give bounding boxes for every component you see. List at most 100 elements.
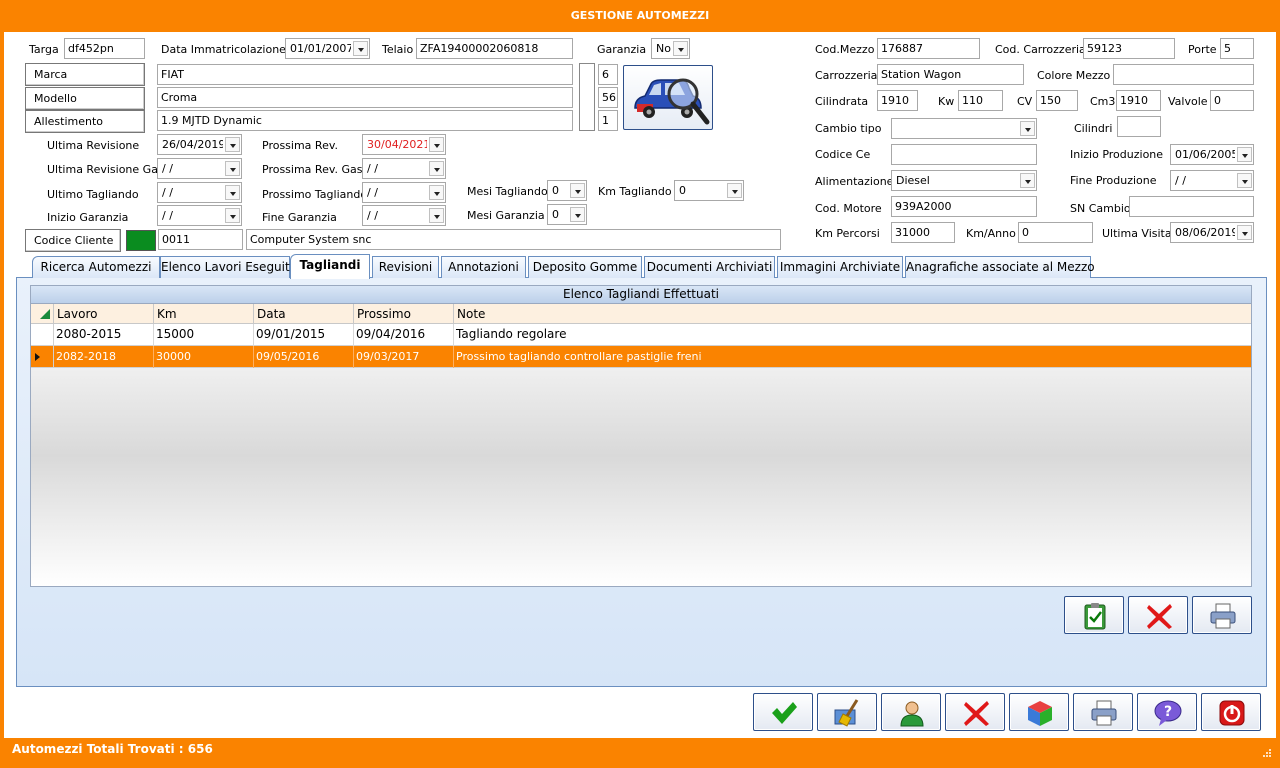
- ultima-revisione-date[interactable]: 26/04/2019: [157, 134, 242, 155]
- prossima-rev-gas-date[interactable]: / /: [362, 158, 446, 179]
- inizio-garanzia-date[interactable]: / /: [157, 205, 242, 226]
- cilindri-input[interactable]: [1117, 116, 1161, 137]
- chevron-down-icon[interactable]: [225, 208, 240, 223]
- grid-header-selector[interactable]: [31, 304, 54, 324]
- confirm-button[interactable]: [753, 693, 813, 731]
- ultima-rev-gas-date[interactable]: / /: [157, 158, 242, 179]
- clear-button[interactable]: [817, 693, 877, 731]
- vertical-scrollbar[interactable]: [579, 63, 595, 131]
- tab-tagliandi[interactable]: Tagliandi: [290, 254, 370, 279]
- ultima-visita-date[interactable]: 08/06/2019: [1170, 222, 1254, 243]
- modules-button[interactable]: [1009, 693, 1069, 731]
- codice-cliente-button[interactable]: Codice Cliente: [25, 229, 121, 252]
- cod-carrozzeria-input[interactable]: 59123: [1083, 38, 1175, 59]
- mesi-tagliando-select[interactable]: 0: [547, 180, 587, 201]
- immatricolazione-date[interactable]: 01/01/2007: [285, 38, 370, 59]
- codice-cliente-input[interactable]: 0011: [158, 229, 243, 250]
- print-button[interactable]: [1073, 693, 1133, 731]
- tab-deposito-gomme[interactable]: Deposito Gomme: [528, 256, 642, 278]
- delete-button[interactable]: [945, 693, 1005, 731]
- cod-motore-input[interactable]: 939A2000: [891, 196, 1037, 217]
- inizio-produzione-date[interactable]: 01/06/2005: [1170, 144, 1254, 165]
- column-header-km[interactable]: Km: [154, 304, 254, 324]
- table-row[interactable]: 2082-2018 30000 09/05/2016 09/03/2017 Pr…: [31, 346, 1251, 368]
- sn-cambio-input[interactable]: [1129, 196, 1254, 217]
- column-header-note[interactable]: Note: [454, 304, 1251, 324]
- valvole-input[interactable]: 0: [1210, 90, 1254, 111]
- chevron-down-icon[interactable]: [1020, 121, 1035, 136]
- resize-grip-icon[interactable]: [1262, 748, 1272, 758]
- tab-revisioni[interactable]: Revisioni: [372, 256, 439, 278]
- modello-input[interactable]: Croma: [157, 87, 573, 108]
- column-header-lavoro[interactable]: Lavoro: [54, 304, 154, 324]
- modello-button[interactable]: Modello: [25, 87, 145, 110]
- sort-indicator-icon: [40, 309, 50, 319]
- exit-button[interactable]: [1201, 693, 1261, 731]
- prossima-rev-date[interactable]: 30/04/2021: [362, 134, 446, 155]
- row-selector[interactable]: [31, 346, 54, 368]
- row-selector[interactable]: [31, 324, 54, 346]
- telaio-input[interactable]: ZFA19400002060818: [416, 38, 573, 59]
- cod-mezzo-label: Cod.Mezzo: [815, 43, 875, 56]
- chevron-down-icon[interactable]: [353, 41, 368, 56]
- tab-anagrafiche-associate[interactable]: Anagrafiche associate al Mezzo: [905, 256, 1095, 278]
- chevron-down-icon[interactable]: [1020, 173, 1035, 188]
- chevron-down-icon[interactable]: [429, 161, 444, 176]
- tab-elenco-lavori-eseguiti[interactable]: Elenco Lavori Eseguiti: [160, 256, 293, 278]
- column-header-prossimo[interactable]: Prossimo: [354, 304, 454, 324]
- garanzia-select[interactable]: No: [651, 38, 690, 59]
- targa-input[interactable]: df452pn: [64, 38, 145, 59]
- chevron-down-icon[interactable]: [727, 183, 742, 198]
- marca-input[interactable]: FIAT: [157, 64, 573, 85]
- cv-input[interactable]: 150: [1036, 90, 1078, 111]
- add-tagliando-button[interactable]: [1064, 596, 1124, 634]
- column-header-data[interactable]: Data: [254, 304, 354, 324]
- chevron-down-icon[interactable]: [1237, 147, 1252, 162]
- marca-button[interactable]: Marca: [25, 63, 145, 86]
- cliente-nome-input[interactable]: Computer System snc: [246, 229, 781, 250]
- prossimo-tagliando-date[interactable]: / /: [362, 182, 446, 203]
- chevron-down-icon[interactable]: [673, 41, 688, 56]
- client-button[interactable]: [881, 693, 941, 731]
- cm3-input[interactable]: 1910: [1116, 90, 1161, 111]
- table-row[interactable]: 2080-2015 15000 09/01/2015 09/04/2016 Ta…: [31, 324, 1251, 346]
- carrozzeria-input[interactable]: Station Wagon: [877, 64, 1024, 85]
- chevron-down-icon[interactable]: [225, 161, 240, 176]
- tab-annotazioni[interactable]: Annotazioni: [441, 256, 526, 278]
- tab-immagini-archiviate[interactable]: Immagini Archiviate: [777, 256, 903, 278]
- car-search-button[interactable]: [623, 65, 713, 130]
- chevron-down-icon[interactable]: [225, 137, 240, 152]
- fine-produzione-date[interactable]: / /: [1170, 170, 1254, 191]
- chevron-down-icon[interactable]: [429, 208, 444, 223]
- km-anno-input[interactable]: 0: [1018, 222, 1093, 243]
- mesi-garanzia-select[interactable]: 0: [547, 204, 587, 225]
- km-percorsi-input[interactable]: 31000: [891, 222, 955, 243]
- tab-ricerca-automezzi[interactable]: Ricerca Automezzi: [32, 256, 160, 278]
- codice-ce-input[interactable]: [891, 144, 1037, 165]
- chevron-down-icon[interactable]: [429, 185, 444, 200]
- chevron-down-icon[interactable]: [429, 137, 444, 152]
- ultimo-tagliando-date[interactable]: / /: [157, 182, 242, 203]
- allestimento-button[interactable]: Allestimento: [25, 110, 145, 133]
- km-tagliando-value: 0: [679, 184, 686, 197]
- cod-mezzo-input[interactable]: 176887: [877, 38, 980, 59]
- chevron-down-icon[interactable]: [570, 207, 585, 222]
- colore-mezzo-input[interactable]: [1113, 64, 1254, 85]
- immatricolazione-label: Data Immatricolazione: [161, 43, 286, 56]
- cambio-tipo-select[interactable]: [891, 118, 1037, 139]
- delete-tagliando-button[interactable]: [1128, 596, 1188, 634]
- tab-documenti-archiviati[interactable]: Documenti Archiviati: [644, 256, 775, 278]
- km-tagliando-select[interactable]: 0: [674, 180, 744, 201]
- allestimento-input[interactable]: 1.9 MJTD Dynamic: [157, 110, 573, 131]
- cilindrata-input[interactable]: 1910: [877, 90, 918, 111]
- alimentazione-select[interactable]: Diesel: [891, 170, 1037, 191]
- chevron-down-icon[interactable]: [225, 185, 240, 200]
- porte-input[interactable]: 5: [1220, 38, 1254, 59]
- chevron-down-icon[interactable]: [1237, 173, 1252, 188]
- help-button[interactable]: ?: [1137, 693, 1197, 731]
- chevron-down-icon[interactable]: [570, 183, 585, 198]
- print-tagliandi-button[interactable]: [1192, 596, 1252, 634]
- kw-input[interactable]: 110: [958, 90, 1003, 111]
- fine-garanzia-date[interactable]: / /: [362, 205, 446, 226]
- chevron-down-icon[interactable]: [1237, 225, 1252, 240]
